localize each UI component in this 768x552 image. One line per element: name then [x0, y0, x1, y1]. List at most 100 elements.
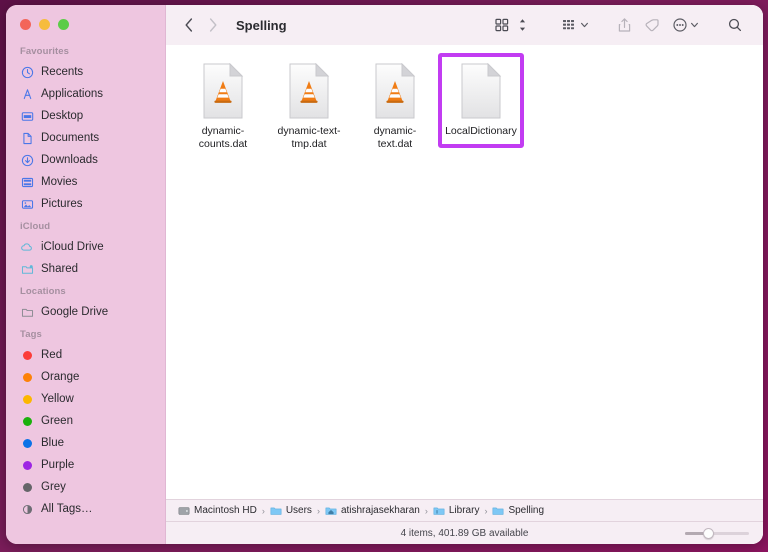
breadcrumb-label: Users — [285, 505, 312, 516]
sidebar-item-label: Grey — [41, 481, 66, 493]
sidebar-item-shared[interactable]: Shared — [6, 258, 165, 280]
more-button[interactable] — [666, 13, 705, 37]
toolbar-right-group — [488, 13, 749, 37]
sidebar-item-movies[interactable]: Movies — [6, 171, 165, 193]
document-icon — [20, 131, 34, 145]
group-by-button[interactable] — [555, 13, 595, 37]
sidebar-item-label: Purple — [41, 459, 75, 471]
sidebar-item-label: Recents — [41, 66, 84, 78]
sidebar-item-label: Google Drive — [41, 306, 109, 318]
sidebar-item-tag-red[interactable]: Red — [6, 344, 165, 366]
chevron-down-icon — [581, 22, 588, 28]
sidebar-section-favourites-title: Favourites — [20, 46, 70, 57]
share-button[interactable] — [611, 13, 638, 37]
maximize-button[interactable] — [58, 19, 69, 30]
vlc-document-icon — [203, 63, 244, 119]
breadcrumb-item-current[interactable]: Spelling — [492, 505, 544, 517]
folder-icon — [270, 507, 282, 515]
sidebar-item-applications[interactable]: Applications — [6, 83, 165, 105]
sidebar-item-label: Yellow — [41, 393, 74, 405]
sidebar-section-tags-title: Tags — [20, 329, 42, 340]
folder-icon — [20, 305, 34, 319]
folder-icon — [493, 507, 504, 515]
status-bar: 4 items, 401.89 GB available — [166, 521, 763, 544]
sidebar-item-desktop[interactable]: Desktop — [6, 105, 165, 127]
pictures-icon — [20, 197, 34, 211]
breadcrumb-item[interactable]: Users — [270, 505, 312, 517]
sidebar-item-label: Desktop — [41, 110, 84, 122]
forward-button[interactable] — [202, 13, 224, 37]
movies-icon — [20, 175, 34, 189]
zoom-slider[interactable] — [685, 527, 749, 539]
sidebar-item-label: Orange — [41, 371, 80, 383]
tag-dot-icon — [20, 348, 34, 362]
sidebar-item-label: Green — [41, 415, 73, 427]
breadcrumb[interactable]: Macintosh HD › Users › atishrajasekharan… — [166, 499, 763, 521]
file-name: dynamic-text.dat — [373, 125, 417, 150]
chevron-down-icon — [691, 22, 698, 28]
cloud-icon — [20, 240, 34, 254]
home-folder-icon — [325, 507, 337, 515]
traffic-lights — [6, 5, 165, 40]
applications-icon — [20, 87, 34, 101]
sidebar-item-downloads[interactable]: Downloads — [6, 149, 165, 171]
sidebar-item-label: Red — [41, 349, 63, 361]
sidebar-item-label: Downloads — [41, 154, 98, 166]
file-item-selected[interactable]: LocalDictionary — [438, 53, 524, 148]
view-grid-button[interactable] — [488, 13, 516, 37]
tag-dot-icon — [20, 458, 34, 472]
breadcrumb-label: Library — [448, 505, 480, 516]
sidebar-item-tag-grey[interactable]: Grey — [6, 476, 165, 498]
sidebar-item-tag-green[interactable]: Green — [6, 410, 165, 432]
view-stepper[interactable] — [516, 13, 529, 37]
sidebar-item-label: Shared — [41, 263, 79, 275]
minimize-button[interactable] — [39, 19, 50, 30]
breadcrumb-label: atishrajasekharan — [340, 505, 420, 516]
breadcrumb-item[interactable]: atishrajasekharan — [325, 505, 420, 517]
breadcrumb-item[interactable]: Library — [433, 505, 480, 517]
back-button[interactable] — [178, 13, 200, 37]
sidebar-item-documents[interactable]: Documents — [6, 127, 165, 149]
slider-thumb[interactable] — [703, 527, 714, 539]
breadcrumb-item[interactable]: Macintosh HD — [178, 505, 257, 517]
file-item[interactable]: dynamic-text-tmp.dat — [266, 53, 352, 160]
vlc-document-icon — [289, 63, 330, 119]
file-item[interactable]: dynamic-text.dat — [352, 53, 438, 160]
sidebar-item-label: Applications — [41, 88, 104, 100]
sidebar-item-tag-orange[interactable]: Orange — [6, 366, 165, 388]
tag-dot-icon — [20, 414, 34, 428]
sidebar[interactable]: Favourites Recents Applications Desktop — [6, 5, 166, 544]
sidebar-item-tag-purple[interactable]: Purple — [6, 454, 165, 476]
tag-dot-icon — [20, 370, 34, 384]
sidebar-item-all-tags[interactable]: All Tags… — [6, 498, 165, 520]
clock-icon — [20, 65, 34, 79]
file-grid: dynamic-counts.dat dynamic-text-tmp.dat — [166, 53, 763, 160]
close-button[interactable] — [20, 19, 31, 30]
folder-icon — [433, 507, 445, 515]
sidebar-item-label: Pictures — [41, 198, 83, 210]
file-name: LocalDictionary — [445, 125, 517, 137]
breadcrumb-label: Spelling — [508, 505, 545, 516]
status-text: 4 items, 401.89 GB available — [400, 527, 529, 539]
sidebar-item-recents[interactable]: Recents — [6, 61, 165, 83]
breadcrumb-label: Macintosh HD — [194, 505, 257, 516]
sidebar-item-icloud-drive[interactable]: iCloud Drive — [6, 236, 165, 258]
tag-dot-icon — [20, 480, 34, 494]
breadcrumb-separator: › — [484, 505, 488, 516]
file-browser-content[interactable]: dynamic-counts.dat dynamic-text-tmp.dat — [166, 45, 763, 499]
search-button[interactable] — [721, 13, 749, 37]
sidebar-item-pictures[interactable]: Pictures — [6, 193, 165, 215]
search-icon — [728, 18, 742, 32]
tag-button[interactable] — [638, 13, 666, 37]
sidebar-item-label: Movies — [41, 176, 78, 188]
sidebar-section-icloud-title: iCloud — [20, 221, 51, 232]
breadcrumb-separator: › — [316, 505, 320, 516]
breadcrumb-separator: › — [424, 505, 428, 516]
all-tags-icon — [20, 502, 34, 516]
sidebar-item-tag-blue[interactable]: Blue — [6, 432, 165, 454]
sidebar-item-google-drive[interactable]: Google Drive — [6, 301, 165, 323]
file-item[interactable]: dynamic-counts.dat — [180, 53, 266, 160]
file-name: dynamic-text-tmp.dat — [277, 125, 341, 150]
sidebar-item-tag-yellow[interactable]: Yellow — [6, 388, 165, 410]
sidebar-item-label: Documents — [41, 132, 100, 144]
